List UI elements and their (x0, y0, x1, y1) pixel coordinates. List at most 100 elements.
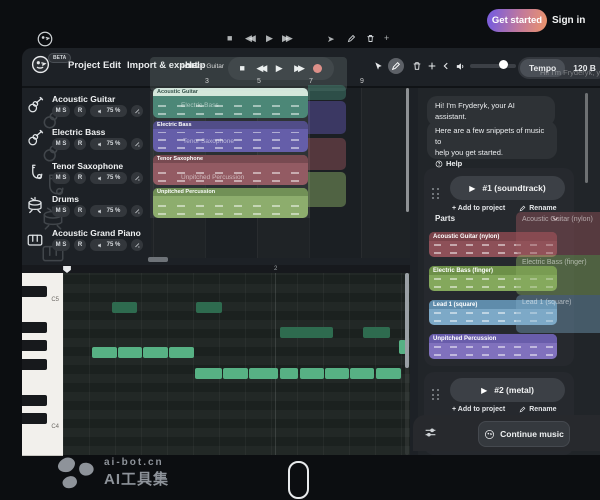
black-key[interactable] (22, 286, 47, 297)
volume-slider-knob[interactable] (499, 60, 508, 69)
track-controls: M S R 75 % (52, 205, 143, 217)
pencil-tool-button[interactable] (388, 58, 404, 74)
midi-note[interactable] (363, 327, 390, 338)
track-row-drums[interactable]: DrumsM SR75 % (24, 192, 148, 222)
assistant-intro-line1: Here are a few snippets of music to (435, 126, 544, 146)
add-to-project-label: Add to project (458, 205, 505, 212)
drag-handle-icon[interactable] (432, 389, 440, 401)
drag-handle-icon[interactable] (432, 188, 440, 200)
track-row-guitar[interactable]: Electric BassM SR75 % (24, 125, 148, 155)
record-arm-button[interactable]: R (74, 105, 86, 117)
add-to-project-button[interactable]: + Add to project (452, 406, 505, 413)
midi-note[interactable] (112, 302, 137, 313)
track-name: Acoustic Grand Piano (52, 228, 141, 238)
parts-label: Parts (435, 214, 455, 223)
mute-solo-buttons[interactable]: M S (52, 138, 70, 150)
pointer-tool-button[interactable] (370, 58, 386, 74)
black-key[interactable] (22, 413, 47, 424)
track-volume-control[interactable]: 75 % (90, 105, 127, 117)
track-volume-value: 75 % (107, 242, 121, 248)
track-row-piano[interactable]: Acoustic Grand PianoM S R 75 % (24, 226, 148, 256)
timeline-vertical-scrollbar[interactable] (406, 88, 409, 212)
snippet-1-play-button[interactable]: ▶ #1 (soundtrack) (450, 176, 565, 200)
track-options-button[interactable] (131, 239, 143, 251)
continue-music-button[interactable]: Continue music (478, 421, 570, 447)
track-options-button[interactable] (131, 105, 143, 117)
record-arm-button[interactable]: R (74, 239, 86, 251)
loop-marker-icon[interactable] (63, 266, 71, 273)
midi-note[interactable] (280, 327, 333, 338)
midi-note[interactable] (350, 368, 374, 379)
add-to-project-button[interactable]: + Add to project (452, 205, 505, 212)
part-chip-unpitched-percussion[interactable]: Unpitched Percussion (429, 334, 557, 359)
record-arm-button[interactable]: R (74, 172, 86, 184)
delete-tool-button[interactable] (409, 58, 425, 74)
ghost-ruler-number: 3 (205, 78, 209, 85)
record-arm-button[interactable]: R (74, 138, 86, 150)
piano-roll-vertical-scrollbar[interactable] (405, 273, 409, 368)
snippet-2-play-button[interactable]: ▶ #2 (metal) (450, 378, 565, 402)
key-label-c4: C4 (51, 424, 59, 430)
sign-in-link[interactable]: Sign in (552, 15, 585, 26)
assistant-intro-line2: help you get started. (435, 148, 503, 157)
stop-icon-ghost: ■ (227, 33, 232, 43)
midi-note[interactable] (376, 368, 401, 379)
track-volume-control[interactable]: 75 % (90, 205, 127, 217)
play-icon: ▶ (481, 386, 487, 395)
track-volume-control[interactable]: 75 % (90, 172, 127, 184)
record-arm-button[interactable]: R (74, 205, 86, 217)
piano-roll-grid[interactable] (63, 273, 410, 455)
white-key[interactable] (22, 437, 63, 456)
black-key[interactable] (22, 322, 47, 333)
midi-note[interactable] (92, 347, 117, 358)
black-key[interactable] (22, 359, 47, 370)
mixer-settings-icon[interactable] (424, 426, 437, 444)
midi-note[interactable] (143, 347, 168, 358)
menu-edit[interactable]: Edit (103, 60, 121, 71)
snippet-2-actions: + Add to project Rename (452, 406, 556, 413)
midi-note[interactable] (300, 368, 324, 379)
ghost-row-label: Electric Bass (181, 102, 219, 109)
midi-note[interactable] (118, 347, 142, 358)
midi-note[interactable] (195, 368, 222, 379)
volume-slider[interactable] (470, 64, 516, 68)
track-options-button[interactable] (131, 138, 143, 150)
track-row-sax[interactable]: Tenor SaxophoneM SR75 % (24, 159, 148, 189)
rename-label: Rename (529, 406, 556, 413)
track-options-button[interactable] (131, 205, 143, 217)
mute-solo-buttons[interactable]: M S (52, 205, 70, 217)
midi-note[interactable] (280, 368, 298, 379)
timeline-horizontal-scrollbar[interactable] (148, 257, 168, 262)
add-to-project-label: Add to project (458, 406, 505, 413)
midi-note[interactable] (325, 368, 349, 379)
mute-solo-buttons[interactable]: M S (52, 172, 70, 184)
piano-roll-ruler[interactable]: 2 (22, 265, 410, 273)
mute-solo-buttons[interactable]: M S (52, 239, 70, 251)
track-volume-control[interactable]: 75 % (90, 138, 127, 150)
sax-icon (26, 163, 44, 181)
ghost-part-chip-label: Lead 1 (square) (522, 299, 571, 306)
measure-line (275, 273, 276, 455)
speaker-icon[interactable] (452, 58, 468, 74)
track-row-guitar[interactable]: Acoustic GuitarM SR75 % (24, 92, 148, 122)
mute-solo-buttons[interactable]: M S (52, 105, 70, 117)
track-volume-control[interactable]: 75 % (90, 239, 127, 251)
midi-note[interactable] (169, 347, 194, 358)
assistant-panel-scrollbar[interactable] (585, 93, 588, 183)
midi-note[interactable] (223, 368, 248, 379)
rename-button[interactable]: Rename (519, 406, 556, 413)
trash-icon-ghost (366, 34, 375, 45)
midi-note[interactable] (196, 302, 222, 313)
part-chip-texture (434, 346, 553, 356)
play-icon-ghost: ▶ (266, 33, 273, 44)
piano-keyboard[interactable]: C5C4 (22, 273, 63, 455)
ghost-part-chip: Acoustic Guitar (nylon) (516, 212, 600, 255)
track-options-button[interactable] (131, 172, 143, 184)
snippet-2-title: #2 (metal) (494, 385, 534, 395)
midi-note[interactable] (249, 368, 278, 379)
black-key[interactable] (22, 395, 47, 406)
rename-button[interactable]: Rename (519, 205, 556, 212)
menu-project[interactable]: Project (68, 60, 100, 71)
get-started-button[interactable]: Get started (487, 9, 547, 32)
black-key[interactable] (22, 340, 47, 351)
